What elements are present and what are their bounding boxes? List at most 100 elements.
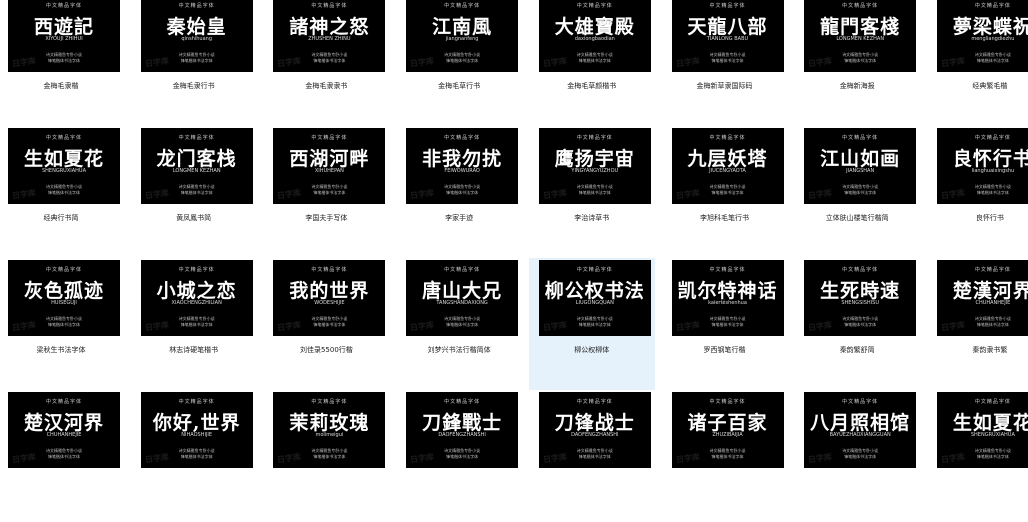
font-thumbnail: 中文精品字体 你好,世界 NIHAOSHIJIE 诗文精雅鱼专卧小谈 锋笔楷体书法字体日…: [140, 392, 253, 468]
font-item[interactable]: 中文精品字体 西遊記 XIYOUJI ZHIHUI 诗文精雅鱼专卧小谈 锋笔楷体书法字体…: [0, 0, 124, 126]
thumbnail-header: 中文精品字体: [842, 267, 879, 273]
thumbnail-pinyin: LONGMEN KEZHAN: [836, 36, 885, 42]
font-item[interactable]: 中文精品字体 生如夏花 SHENGRUXIAHUA 诗文精雅鱼专卧小谈 锋笔楷体书法字体…: [927, 390, 1028, 522]
font-thumbnail: 中文精品字体 生如夏花 SHENGRUXIAHUA 诗文精雅鱼专卧小谈 锋笔楷体书法字体…: [936, 392, 1028, 468]
thumbnail-pinyin: JIUCENGYAOTA: [709, 168, 746, 174]
font-item[interactable]: 中文精品字体 生死時速 SHENGSISHISU 诗文精雅鱼专卧小谈 锋笔楷体书法字体日…: [794, 258, 920, 390]
thumbnail-pinyin: XIYOUJI ZHIHUI: [45, 36, 83, 42]
font-item[interactable]: 中文精品字体 我的世界 WODESHIJIE 诗文精雅鱼专卧小谈 锋笔楷体书法字体 日字库…: [263, 258, 389, 390]
font-thumbnail: 中文精品字体 西遊記 XIYOUJI ZHIHUI 诗文精雅鱼专卧小谈 锋笔楷体书法字体…: [8, 0, 120, 72]
font-item[interactable]: 中文精品字体 八月照相馆 BAYUEZHAOXIANGGUAN 诗文精雅鱼专卧小谈 锋笔…: [794, 390, 920, 522]
thumbnail-pinyin: daxiongbaodian: [574, 36, 615, 42]
font-item[interactable]: 中文精品字体 小城之恋 XIAOCHENGZHILIAN 诗文精雅鱼专卧小谈 锋笔楷体书…: [131, 258, 257, 390]
thumbnail-watermark: 日字库: [674, 56, 701, 69]
thumbnail-header: 中文精品字体: [842, 135, 879, 141]
font-item[interactable]: 中文精品字体 鹰扬宇宙 YINGYANGYUZHOU 诗文精雅鱼专卧小谈 锋笔楷体书法字…: [529, 126, 655, 258]
font-item[interactable]: 中文精品字体 生如夏花 SHENGRUXIAHUA 诗文精雅鱼专卧小谈 锋笔楷体书法字体…: [0, 126, 124, 258]
thumbnail-pinyin: LIUGONGQUAN: [575, 300, 614, 306]
font-thumbnail: 中文精品字体 茉莉玫瑰 molimeigui 诗文精雅鱼专卧小谈 锋笔楷体书法字体 日字库: [273, 392, 386, 468]
font-thumbnail: 中文精品字体 秦始皇 qinshihuang 诗文精雅鱼专卧小谈 锋笔楷体书法字体 日字库: [140, 0, 253, 72]
thumbnail-watermark: 日字库: [940, 56, 966, 69]
thumbnail-watermark: 日字库: [276, 320, 302, 333]
font-item[interactable]: 中文精品字体 刀鋒戰士 DAOFENGZHANSHI 诗文精雅鱼专卧小谈 锋笔楷体书法字…: [396, 390, 522, 522]
sample-nihao-text: 你好,世界: [152, 412, 241, 434]
font-thumbnail: 中文精品字体 楚漢河界 CHUHANHEJIE 诗文精雅鱼专卧小谈 锋笔楷体书法字体 日字…: [936, 260, 1028, 336]
font-file-label: 良怀行书: [975, 214, 1004, 222]
font-item[interactable]: 中文精品字体 龍門客棧 LONGMEN KEZHAN 诗文精雅鱼专卧小谈 锋笔楷体书法字…: [794, 0, 920, 126]
font-item[interactable]: 中文精品字体 楚漢河界 CHUHANHEJIE 诗文精雅鱼专卧小谈 锋笔楷体书法字体 日字…: [927, 258, 1028, 390]
font-item[interactable]: 中文精品字体 良怀行书 lianghuaixingshu 诗文精雅鱼专卧小谈 锋笔楷体书…: [927, 126, 1028, 258]
thumbnail-watermark: 日字库: [807, 188, 833, 201]
thumbnail-header: 中文精品字体: [444, 3, 481, 9]
sample-jiuceng-text: 九层妖塔: [687, 148, 768, 170]
font-thumbnail: 中文精品字体 龙门客栈 LONGMEN KEZHAN 诗文精雅鱼专卧小谈 锋笔楷体书法字…: [140, 128, 253, 204]
sample-daofeng-text: 刀锋战士: [554, 412, 635, 434]
font-file-label: 金梅新海报: [839, 82, 875, 90]
thumbnail-header: 中文精品字体: [45, 3, 82, 9]
font-item[interactable]: 中文精品字体 龙门客栈 LONGMEN KEZHAN 诗文精雅鱼专卧小谈 锋笔楷体书法字…: [131, 126, 257, 258]
font-file-label: 经典行书简: [43, 214, 79, 222]
font-item[interactable]: 中文精品字体 诸子百家 ZHUZIBAIJIA 诗文精雅鱼专卧小谈 锋笔楷体书法字体 日字…: [662, 390, 788, 522]
thumbnail-pinyin: kaiertéshenhua: [708, 300, 747, 306]
font-thumbnail: 中文精品字体 西湖河畔 XIHUHEPAN 诗文精雅鱼专卧小谈 锋笔楷体书法字体 日字库: [273, 128, 386, 204]
font-file-label: 柳公权柳体: [574, 346, 610, 354]
sample-huiselinian-text: 灰色孤迹: [23, 280, 104, 302]
font-item[interactable]: 中文精品字体 大雄寶殿 daxiongbaodian 诗文精雅鱼专卧小谈 锋笔楷体书法字…: [529, 0, 655, 126]
thumbnail-header: 中文精品字体: [576, 135, 613, 141]
thumbnail-watermark: 日字库: [674, 452, 701, 465]
thumbnail-pinyin: SHENGRUXIAHUA: [41, 168, 86, 174]
font-file-label: 梁秋生书法字体: [36, 346, 86, 354]
font-item[interactable]: 中文精品字体 灰色孤迹 HUISEGUJI 诗文精雅鱼专卧小谈 锋笔楷体书法字体 日字库梁…: [0, 258, 124, 390]
font-file-label: 金梅毛草颜楷书: [567, 82, 617, 90]
thumbnail-watermark: 日字库: [409, 56, 435, 69]
font-item[interactable]: 中文精品字体 柳公权书法 LIUGONGQUAN 诗文精雅鱼专卧小谈 锋笔楷体书法字体日…: [528, 258, 655, 390]
font-item[interactable]: 中文精品字体 刀锋战士 DAOFENGZHANSHI 诗文精雅鱼专卧小谈 锋笔楷体书法字…: [529, 390, 655, 522]
font-item[interactable]: 中文精品字体 九层妖塔 JIUCENGYAOTA 诗文精雅鱼专卧小谈 锋笔楷体书法字体日…: [662, 126, 788, 258]
thumbnail-header: 中文精品字体: [842, 3, 879, 9]
thumbnail-watermark: 日字库: [144, 188, 170, 201]
sample-daxiong-text: 大雄寶殿: [554, 16, 635, 38]
sample-liugongquan-text: 柳公权书法: [544, 280, 645, 302]
font-thumbnail: 中文精品字体 柳公权书法 LIUGONGQUAN 诗文精雅鱼专卧小谈 锋笔楷体书法字体日…: [538, 260, 651, 336]
font-thumbnail: 中文精品字体 小城之恋 XIAOCHENGZHILIAN 诗文精雅鱼专卧小谈 锋笔楷体书…: [140, 260, 253, 336]
font-thumbnail-grid: 中文精品字体 西遊記 XIYOUJI ZHIHUI 诗文精雅鱼专卧小谈 锋笔楷体书法字体…: [0, 0, 1028, 468]
font-item[interactable]: 中文精品字体 楚汉河界 CHUHANHEJIE 诗文精雅鱼专卧小谈 锋笔楷体书法字体 日字…: [0, 390, 124, 522]
thumbnail-header: 中文精品字体: [709, 3, 746, 9]
font-item[interactable]: 中文精品字体 江山如画 JIANGSHAN 诗文精雅鱼专卧小谈 锋笔楷体书法字体 日字库立…: [794, 126, 920, 258]
thumbnail-watermark: 日字库: [940, 452, 966, 465]
font-item[interactable]: 中文精品字体 凯尔特神话 kaiertéshenhua 诗文精雅鱼专卧小谈 锋笔楷体书法…: [662, 258, 788, 390]
thumbnail-pinyin: LONGMEN KEZHAN: [172, 168, 221, 174]
thumbnail-watermark: 日字库: [807, 56, 833, 69]
thumbnail-pinyin: ZHUZIBAIJIA: [712, 432, 743, 438]
font-item[interactable]: 中文精品字体 茉莉玫瑰 molimeigui 诗文精雅鱼专卧小谈 锋笔楷体书法字体 日字库: [263, 390, 389, 522]
font-item[interactable]: 中文精品字体 你好,世界 NIHAOSHIJIE 诗文精雅鱼专卧小谈 锋笔楷体书法字体日…: [131, 390, 257, 522]
font-item[interactable]: 中文精品字体 江南風 jiangnanfeng 诗文精雅鱼专卧小谈 锋笔楷体书法字体 日字…: [396, 0, 522, 126]
thumbnail-header: 中文精品字体: [974, 267, 1011, 273]
font-file-label: 金梅毛草行书: [438, 82, 481, 90]
font-file-label: 秦韵隶书繁: [972, 346, 1008, 354]
thumbnail-header: 中文精品字体: [974, 3, 1011, 9]
thumbnail-pinyin: HUISEGUJI: [51, 300, 77, 306]
font-thumbnail: 中文精品字体 江山如画 JIANGSHAN 诗文精雅鱼专卧小谈 锋笔楷体书法字体 日字库: [804, 128, 917, 204]
thumbnail-watermark: 日字库: [409, 452, 435, 465]
font-thumbnail: 中文精品字体 刀锋战士 DAOFENGZHANSHI 诗文精雅鱼专卧小谈 锋笔楷体书法字…: [538, 392, 651, 468]
font-item[interactable]: 中文精品字体 唐山大兄 TANGSHANDAXIONG 诗文精雅鱼专卧小谈 锋笔楷体书法…: [396, 258, 522, 390]
thumbnail-pinyin: DAOFENGZHANSHI: [571, 432, 619, 438]
thumbnail-pinyin: YINGYANGYUZHOU: [571, 168, 619, 174]
thumbnail-header: 中文精品字体: [709, 399, 746, 405]
font-file-label: 金梅毛隶隶书: [305, 82, 348, 90]
font-item[interactable]: 中文精品字体 諸神之怒 ZHUSHEN ZHINU 诗文精雅鱼专卧小谈 锋笔楷体书法字体…: [263, 0, 389, 126]
font-item[interactable]: 中文精品字体 天龍八部 TIANLONG BABU 诗文精雅鱼专卧小谈 锋笔楷体书法字体…: [662, 0, 788, 126]
font-item[interactable]: 中文精品字体 夢梁蝶祝 mengliangdiezhu 诗文精雅鱼专卧小谈 锋笔楷体书法…: [927, 0, 1028, 126]
thumbnail-pinyin: WODESHIJIE: [314, 300, 345, 306]
font-item[interactable]: 中文精品字体 西湖河畔 XIHUHEPAN 诗文精雅鱼专卧小谈 锋笔楷体书法字体 日字库李…: [263, 126, 389, 258]
sample-longmen-text: 龍門客棧: [820, 16, 901, 38]
sample-tangshan-text: 唐山大兄: [422, 280, 503, 302]
thumbnail-pinyin: jiangnanfeng: [445, 36, 479, 42]
font-thumbnail: 中文精品字体 江南風 jiangnanfeng 诗文精雅鱼专卧小谈 锋笔楷体书法字体 日字…: [406, 0, 519, 72]
sample-xiyouji-text: 西遊記: [33, 16, 94, 38]
font-item[interactable]: 中文精品字体 秦始皇 qinshihuang 诗文精雅鱼专卧小谈 锋笔楷体书法字体 日字库…: [131, 0, 257, 126]
font-item[interactable]: 中文精品字体 非我勿扰 FEIWOWURAO 诗文精雅鱼专卧小谈 锋笔楷体书法字体 日字库…: [396, 126, 522, 258]
font-file-label: 刘佳录5500行楷: [299, 346, 353, 354]
thumbnail-pinyin: molimeigui: [315, 432, 344, 438]
